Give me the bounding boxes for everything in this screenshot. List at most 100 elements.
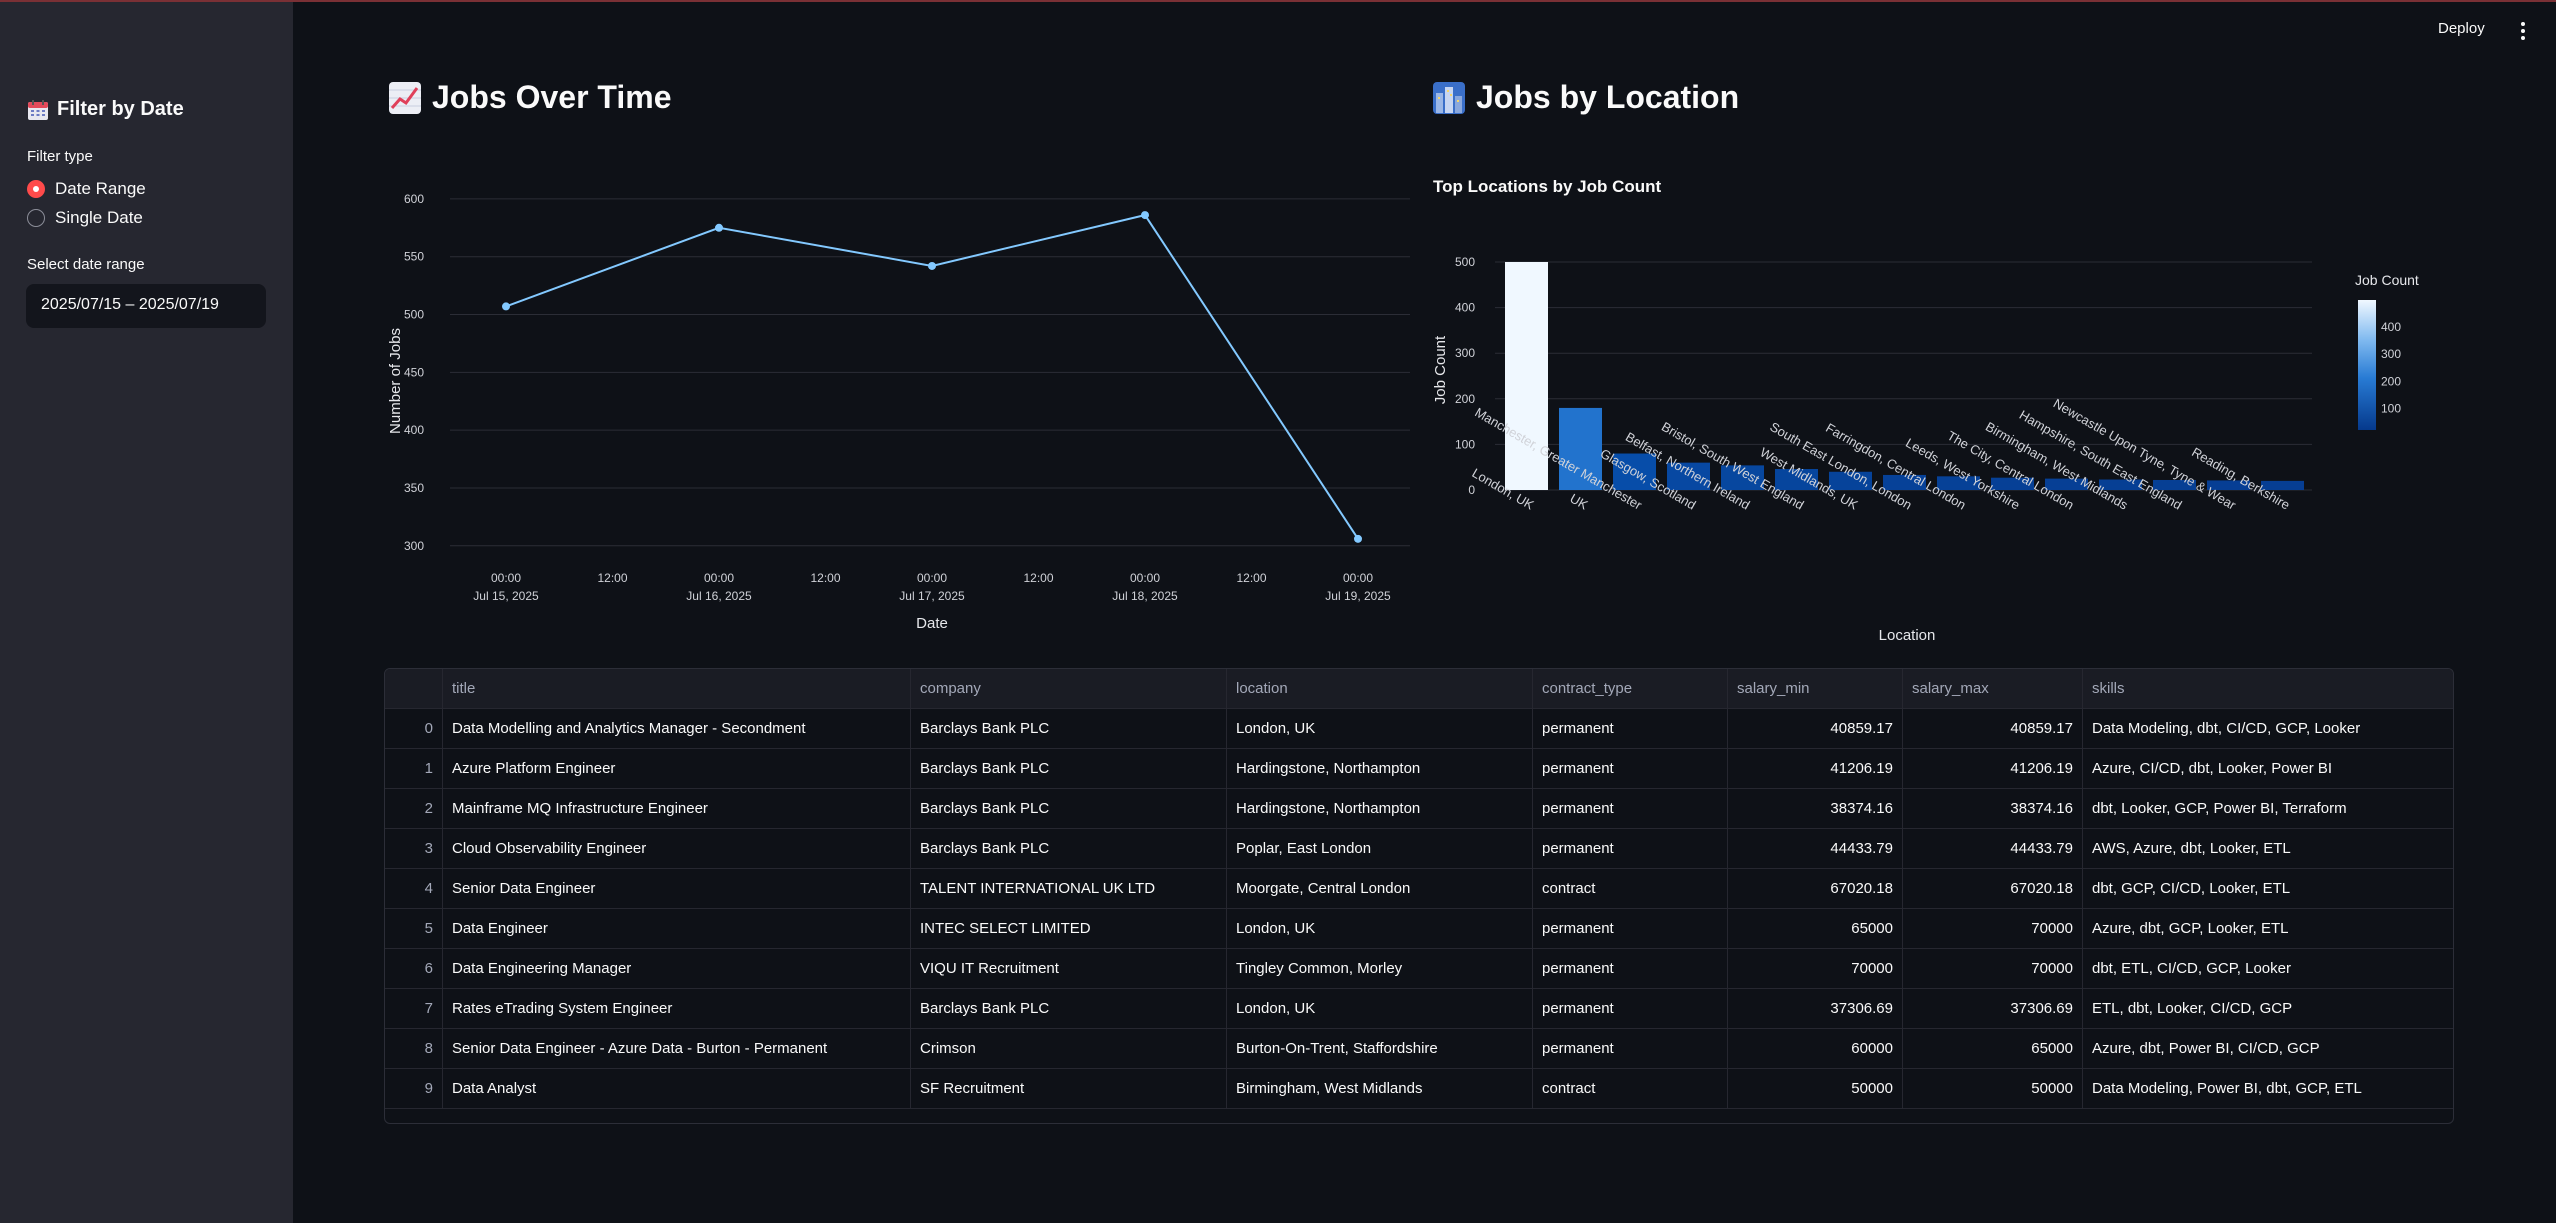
cell-salary-min: 40859.17 (1728, 709, 1903, 749)
colorbar-title: Job Count (2355, 272, 2419, 288)
cell-company: INTEC SELECT LIMITED (911, 909, 1227, 949)
cell-contract-type: permanent (1533, 749, 1728, 789)
x-tick-label: UK (1567, 491, 1590, 513)
filter-type-label: Filter type (27, 148, 93, 165)
y-tick-label: 400 (404, 423, 424, 437)
cell-company: Barclays Bank PLC (911, 749, 1227, 789)
data-point (715, 223, 723, 232)
cell-salary-min: 37306.69 (1728, 989, 1903, 1029)
x-tick-label: Jul 18, 2025 (1112, 589, 1178, 603)
sidebar-title: Filter by Date (27, 98, 184, 121)
colorbar-tick-label: 100 (2381, 401, 2401, 415)
app-top-decoration (0, 0, 2556, 2)
cell-salary-min: 67020.18 (1728, 869, 1903, 909)
radio-date-range-label: Date Range (55, 179, 146, 198)
jobs-by-location-title: Jobs by Location (1476, 79, 1740, 115)
cell-title: Azure Platform Engineer (443, 749, 911, 789)
cell-salary-max: 41206.19 (1903, 749, 2083, 789)
jobs-by-location-chart[interactable]: Top Locations by Job Count 0 100 200 300 400 5… (1425, 160, 2425, 650)
cell-salary-max: 50000 (1903, 1069, 2083, 1109)
cell-skills: dbt, Looker, GCP, Power BI, Terraform (2083, 789, 2453, 829)
x-tick-label: Reading, Berkshire (2189, 444, 2292, 512)
table-row[interactable]: 6 Data Engineering Manager VIQU IT Recruit… (385, 949, 2453, 989)
radio-unselected-indicator[interactable] (27, 209, 45, 227)
cell-salary-max: 70000 (1903, 909, 2083, 949)
y-tick-label: 200 (1455, 392, 1475, 406)
jobs-table[interactable]: title company location contract_type salary_… (384, 668, 2454, 1124)
cell-index: 9 (385, 1069, 443, 1109)
cell-salary-max: 67020.18 (1903, 869, 2083, 909)
date-range-input[interactable]: 2025/07/15 – 2025/07/19 (26, 284, 266, 328)
x-tick-label: 00:00 (704, 571, 734, 585)
x-tick-label: 00:00 (1343, 571, 1373, 585)
radio-selected-indicator[interactable] (27, 180, 45, 198)
y-tick-label: 350 (404, 481, 424, 495)
data-point (1354, 534, 1362, 543)
radio-single-date[interactable]: Single Date (27, 208, 143, 228)
y-tick-label: 450 (404, 365, 424, 379)
cell-salary-min: 65000 (1728, 909, 1903, 949)
column-header-location[interactable]: location (1227, 669, 1533, 709)
x-tick-label: Jul 19, 2025 (1325, 589, 1391, 603)
cell-contract-type: permanent (1533, 989, 1728, 1029)
table-row[interactable]: 5 Data Engineer INTEC SELECT LIMITED London… (385, 909, 2453, 949)
y-axis-label: Job Count (1432, 335, 1449, 404)
cell-index: 4 (385, 869, 443, 909)
y-tick-label: 0 (1468, 483, 1475, 497)
chart-title: Top Locations by Job Count (1433, 177, 1662, 196)
table-row[interactable]: 7 Rates eTrading System Engineer Barclays … (385, 989, 2453, 1029)
column-header-contract-type[interactable]: contract_type (1533, 669, 1728, 709)
cell-location: London, UK (1227, 909, 1533, 949)
y-tick-label: 550 (404, 250, 424, 264)
y-tick-label: 500 (1455, 255, 1475, 269)
cell-salary-min: 44433.79 (1728, 829, 1903, 869)
cell-company: VIQU IT Recruitment (911, 949, 1227, 989)
x-tick-label: Jul 16, 2025 (686, 589, 752, 603)
cell-location: Hardingstone, Northampton (1227, 749, 1533, 789)
deploy-button[interactable]: Deploy (2438, 20, 2485, 37)
cell-company: Barclays Bank PLC (911, 989, 1227, 1029)
cell-skills: Data Modeling, Power BI, dbt, GCP, ETL (2083, 1069, 2453, 1109)
cell-index: 7 (385, 989, 443, 1029)
x-axis-label: Location (1879, 627, 1936, 644)
column-header-title[interactable]: title (443, 669, 911, 709)
jobs-by-location-heading: Jobs by Location (1432, 79, 1739, 116)
x-tick-label: Jul 17, 2025 (899, 589, 965, 603)
radio-date-range[interactable]: Date Range (27, 179, 146, 199)
x-tick-label: 12:00 (597, 571, 627, 585)
column-header-salary-max[interactable]: salary_max (1903, 669, 2083, 709)
column-header-company[interactable]: company (911, 669, 1227, 709)
cell-salary-max: 65000 (1903, 1029, 2083, 1069)
table-row[interactable]: 3 Cloud Observability Engineer Barclays Ba… (385, 829, 2453, 869)
table-row[interactable]: 8 Senior Data Engineer - Azure Data - Bur… (385, 1029, 2453, 1069)
cell-index: 5 (385, 909, 443, 949)
cell-title: Data Modelling and Analytics Manager - S… (443, 709, 911, 749)
x-tick-label: 00:00 (1130, 571, 1160, 585)
table-row[interactable]: 4 Senior Data Engineer TALENT INTERNATIONA… (385, 869, 2453, 909)
jobs-over-time-chart[interactable]: 300 350 400 450 500 550 600 00:00 Jul 15, 2025 12… (380, 185, 1410, 645)
cell-location: London, UK (1227, 709, 1533, 749)
cell-location: London, UK (1227, 989, 1533, 1029)
table-row[interactable]: 9 Data Analyst SF Recruitment Birmingham, W… (385, 1069, 2453, 1109)
cell-company: SF Recruitment (911, 1069, 1227, 1109)
date-range-label: Select date range (27, 256, 145, 273)
cell-salary-max: 70000 (1903, 949, 2083, 989)
column-header-salary-min[interactable]: salary_min (1728, 669, 1903, 709)
cell-index: 2 (385, 789, 443, 829)
cell-index: 3 (385, 829, 443, 869)
table-row[interactable]: 2 Mainframe MQ Infrastructure Engineer Bar… (385, 789, 2453, 829)
cell-title: Data Analyst (443, 1069, 911, 1109)
cell-company: TALENT INTERNATIONAL UK LTD (911, 869, 1227, 909)
table-row[interactable]: 1 Azure Platform Engineer Barclays Bank PL… (385, 749, 2453, 789)
kebab-menu-icon[interactable] (2520, 22, 2526, 42)
table-header-row: title company location contract_type salary_… (385, 669, 2453, 709)
cell-contract-type: permanent (1533, 1029, 1728, 1069)
colorbar-tick-label: 200 (2381, 374, 2401, 388)
column-header-index[interactable] (385, 669, 443, 709)
cell-salary-min: 60000 (1728, 1029, 1903, 1069)
cell-title: Data Engineer (443, 909, 911, 949)
x-tick-label: 00:00 (917, 571, 947, 585)
x-axis-label: Date (916, 615, 948, 632)
table-row[interactable]: 0 Data Modelling and Analytics Manager - … (385, 709, 2453, 749)
column-header-skills[interactable]: skills (2083, 669, 2453, 709)
